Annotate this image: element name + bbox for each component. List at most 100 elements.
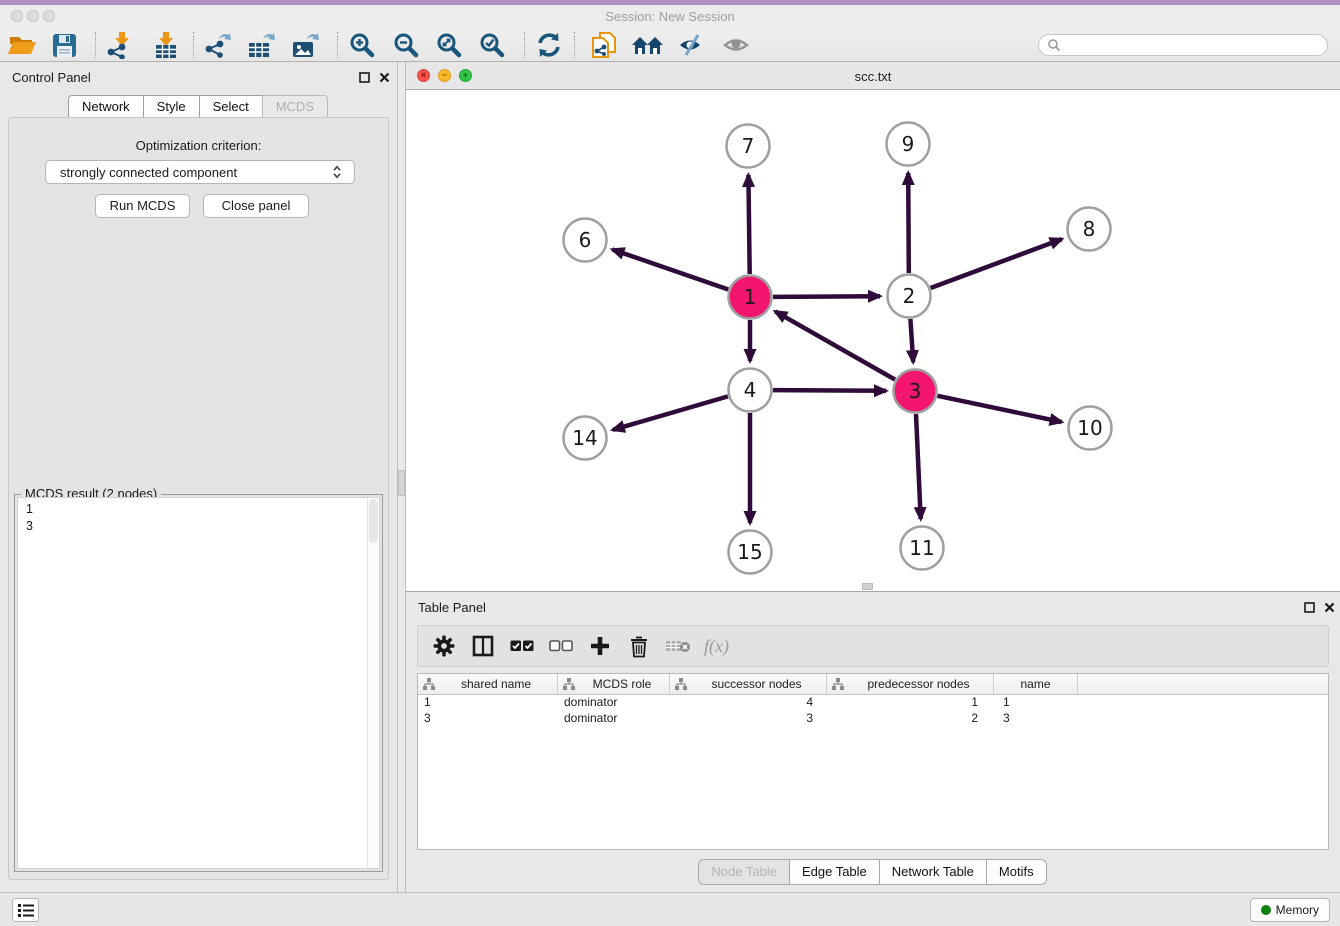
search-icon [1047,38,1061,52]
graph-edge-1-6[interactable] [612,250,728,290]
cell-name[interactable]: 1 [994,695,1078,711]
cell-predecessor-nodes[interactable]: 2 [827,711,994,727]
graph-edge-3-10[interactable] [938,396,1062,422]
graph-node-9[interactable]: 9 [887,123,930,166]
canvas-splitter-grip[interactable] [862,583,873,590]
function-builder-button[interactable]: f(x) [703,633,730,659]
column-header-mcds-role[interactable]: MCDS role [558,674,670,694]
show-all-networks-button[interactable] [629,31,667,59]
result-scrollbar[interactable] [367,498,379,868]
cell-successor-nodes[interactable]: 4 [670,695,827,711]
criterion-dropdown[interactable]: strongly connected component [45,160,355,184]
table-row[interactable]: 3 dominator 3 2 3 [418,711,1328,727]
graph-edge-2-9[interactable] [908,173,909,273]
zoom-in-button[interactable] [343,31,381,59]
mcds-result-text: 1 3 [18,498,379,538]
graph-node-6[interactable]: 6 [564,219,607,262]
import-network-button[interactable] [101,31,139,59]
graph-node-15[interactable]: 15 [729,531,772,574]
zoom-fit-button[interactable] [430,31,468,59]
save-icon [52,33,77,58]
zoom-out-button[interactable] [387,31,425,59]
cell-shared-name[interactable]: 3 [418,711,558,727]
select-all-button[interactable] [508,633,535,659]
graph-node-1[interactable]: 1 [729,276,772,319]
column-header-successor-nodes[interactable]: successor nodes [670,674,827,694]
tab-node-table[interactable]: Node Table [698,859,790,885]
network-window-titlebar[interactable]: × − + scc.txt [406,62,1340,90]
graph-node-7[interactable]: 7 [727,125,770,168]
graph-edge-4-3[interactable] [773,390,886,391]
graph-edge-4-14[interactable] [613,396,728,430]
search-box[interactable] [1038,34,1328,56]
splitter-grip[interactable] [398,470,405,496]
export-image-button[interactable] [286,31,324,59]
clone-network-button[interactable] [585,31,623,59]
graph-node-3[interactable]: 3 [894,370,937,413]
graph-edge-1-2[interactable] [773,296,880,297]
open-file-button[interactable] [3,31,41,59]
run-mcds-button[interactable]: Run MCDS [95,194,190,218]
cell-mcds-role[interactable]: dominator [558,695,670,711]
result-scrollbar-thumb[interactable] [369,499,378,543]
table-row[interactable]: 1 dominator 4 1 1 [418,695,1328,711]
tab-style[interactable]: Style [143,95,200,119]
apply-layout-button[interactable] [530,31,568,59]
cell-mcds-role[interactable]: dominator [558,711,670,727]
network-graph[interactable]: 7 9 6 8 1 2 4 3 14 10 15 11 [406,90,1338,591]
deselect-all-button[interactable] [547,633,574,659]
search-input[interactable] [1061,38,1311,52]
graph-node-4[interactable]: 4 [729,369,772,412]
graph-edge-1-7[interactable] [748,175,749,274]
destroy-table-button[interactable] [664,633,691,659]
column-header-predecessor-nodes[interactable]: predecessor nodes [827,674,994,694]
float-table-panel-icon[interactable] [1303,601,1316,614]
graph-edge-3-11[interactable] [916,414,921,519]
export-table-button[interactable] [242,31,280,59]
task-history-button[interactable] [12,898,39,922]
export-network-button[interactable] [199,31,237,59]
import-table-button[interactable] [147,31,185,59]
save-session-button[interactable] [45,31,83,59]
toggle-column-panel-button[interactable] [469,633,496,659]
tab-network[interactable]: Network [68,95,144,119]
tab-motifs[interactable]: Motifs [986,859,1047,885]
cell-successor-nodes[interactable]: 3 [670,711,827,727]
show-panels-button[interactable] [718,31,756,59]
mcds-result-area[interactable]: 1 3 [17,497,380,869]
tab-network-table[interactable]: Network Table [879,859,987,885]
svg-text:10: 10 [1077,416,1102,440]
graph-node-2[interactable]: 2 [888,275,931,318]
table-options-button[interactable] [430,633,457,659]
toolbar-separator [524,32,525,58]
delete-row-button[interactable] [625,633,652,659]
column-header-name[interactable]: name [994,674,1078,694]
node-table[interactable]: shared name MCDS role successor nodes pr… [417,673,1329,850]
hide-panels-button[interactable] [673,31,711,59]
float-panel-icon[interactable] [358,71,371,84]
cell-name[interactable]: 3 [994,711,1078,727]
column-header-shared-name[interactable]: shared name [418,674,558,694]
tab-edge-table[interactable]: Edge Table [789,859,880,885]
table-panel-header: Table Panel [406,592,1340,622]
cell-shared-name[interactable]: 1 [418,695,558,711]
graph-node-10[interactable]: 10 [1069,407,1112,450]
close-table-panel-icon[interactable] [1323,601,1336,614]
graph-node-8[interactable]: 8 [1068,208,1111,251]
status-bar: Memory [0,892,1340,926]
zoom-selected-button[interactable] [473,31,511,59]
close-panel-button[interactable]: Close panel [203,194,309,218]
cell-predecessor-nodes[interactable]: 1 [827,695,994,711]
graph-edge-3-1[interactable] [775,311,895,379]
close-panel-icon[interactable] [378,71,391,84]
graph-edge-2-3[interactable] [910,319,913,362]
add-row-button[interactable] [586,633,613,659]
memory-button[interactable]: Memory [1250,898,1330,922]
network-canvas[interactable]: 7 9 6 8 1 2 4 3 14 10 15 11 [406,90,1338,591]
graph-node-11[interactable]: 11 [901,527,944,570]
graph-edge-2-8[interactable] [931,239,1062,288]
graph-node-14[interactable]: 14 [564,417,607,460]
tab-mcds[interactable]: MCDS [262,95,328,119]
panel-splitter[interactable] [397,62,406,892]
tab-select[interactable]: Select [199,95,263,119]
